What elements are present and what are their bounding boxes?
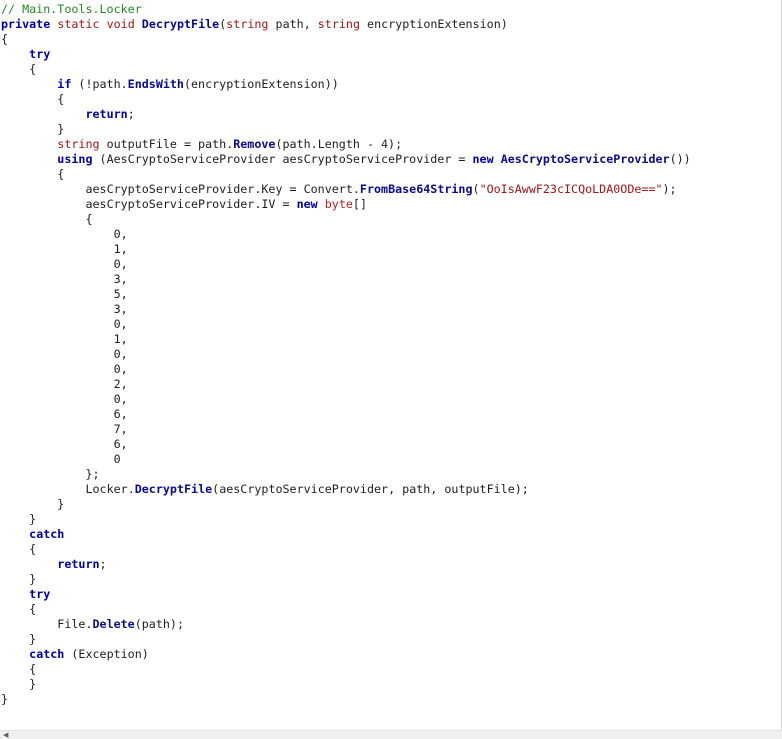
method-name[interactable]: DecryptFile [142, 17, 219, 31]
code-line: // Main.Tools.Locker [1, 2, 782, 17]
code-block: // Main.Tools.Locker private static void … [0, 0, 782, 707]
type-reference[interactable]: AesCryptoServiceProvider [501, 152, 670, 166]
method-call[interactable]: Delete [93, 617, 135, 631]
code-line: private static void DecryptFile(string p… [1, 17, 508, 31]
horizontal-scrollbar[interactable]: ◀ [0, 730, 782, 739]
method-call[interactable]: DecryptFile [135, 482, 212, 496]
arrow-left-icon[interactable]: ◀ [3, 732, 8, 739]
method-call[interactable]: Remove [233, 137, 275, 151]
method-call[interactable]: EndsWith [128, 77, 184, 91]
code-editor[interactable]: // Main.Tools.Locker private static void … [0, 0, 782, 739]
string-literal: "OoIsAwwF23cICQoLDA0ODe==" [479, 182, 663, 196]
comment: // Main.Tools.Locker [1, 2, 142, 16]
method-call[interactable]: FromBase64String [360, 182, 473, 196]
